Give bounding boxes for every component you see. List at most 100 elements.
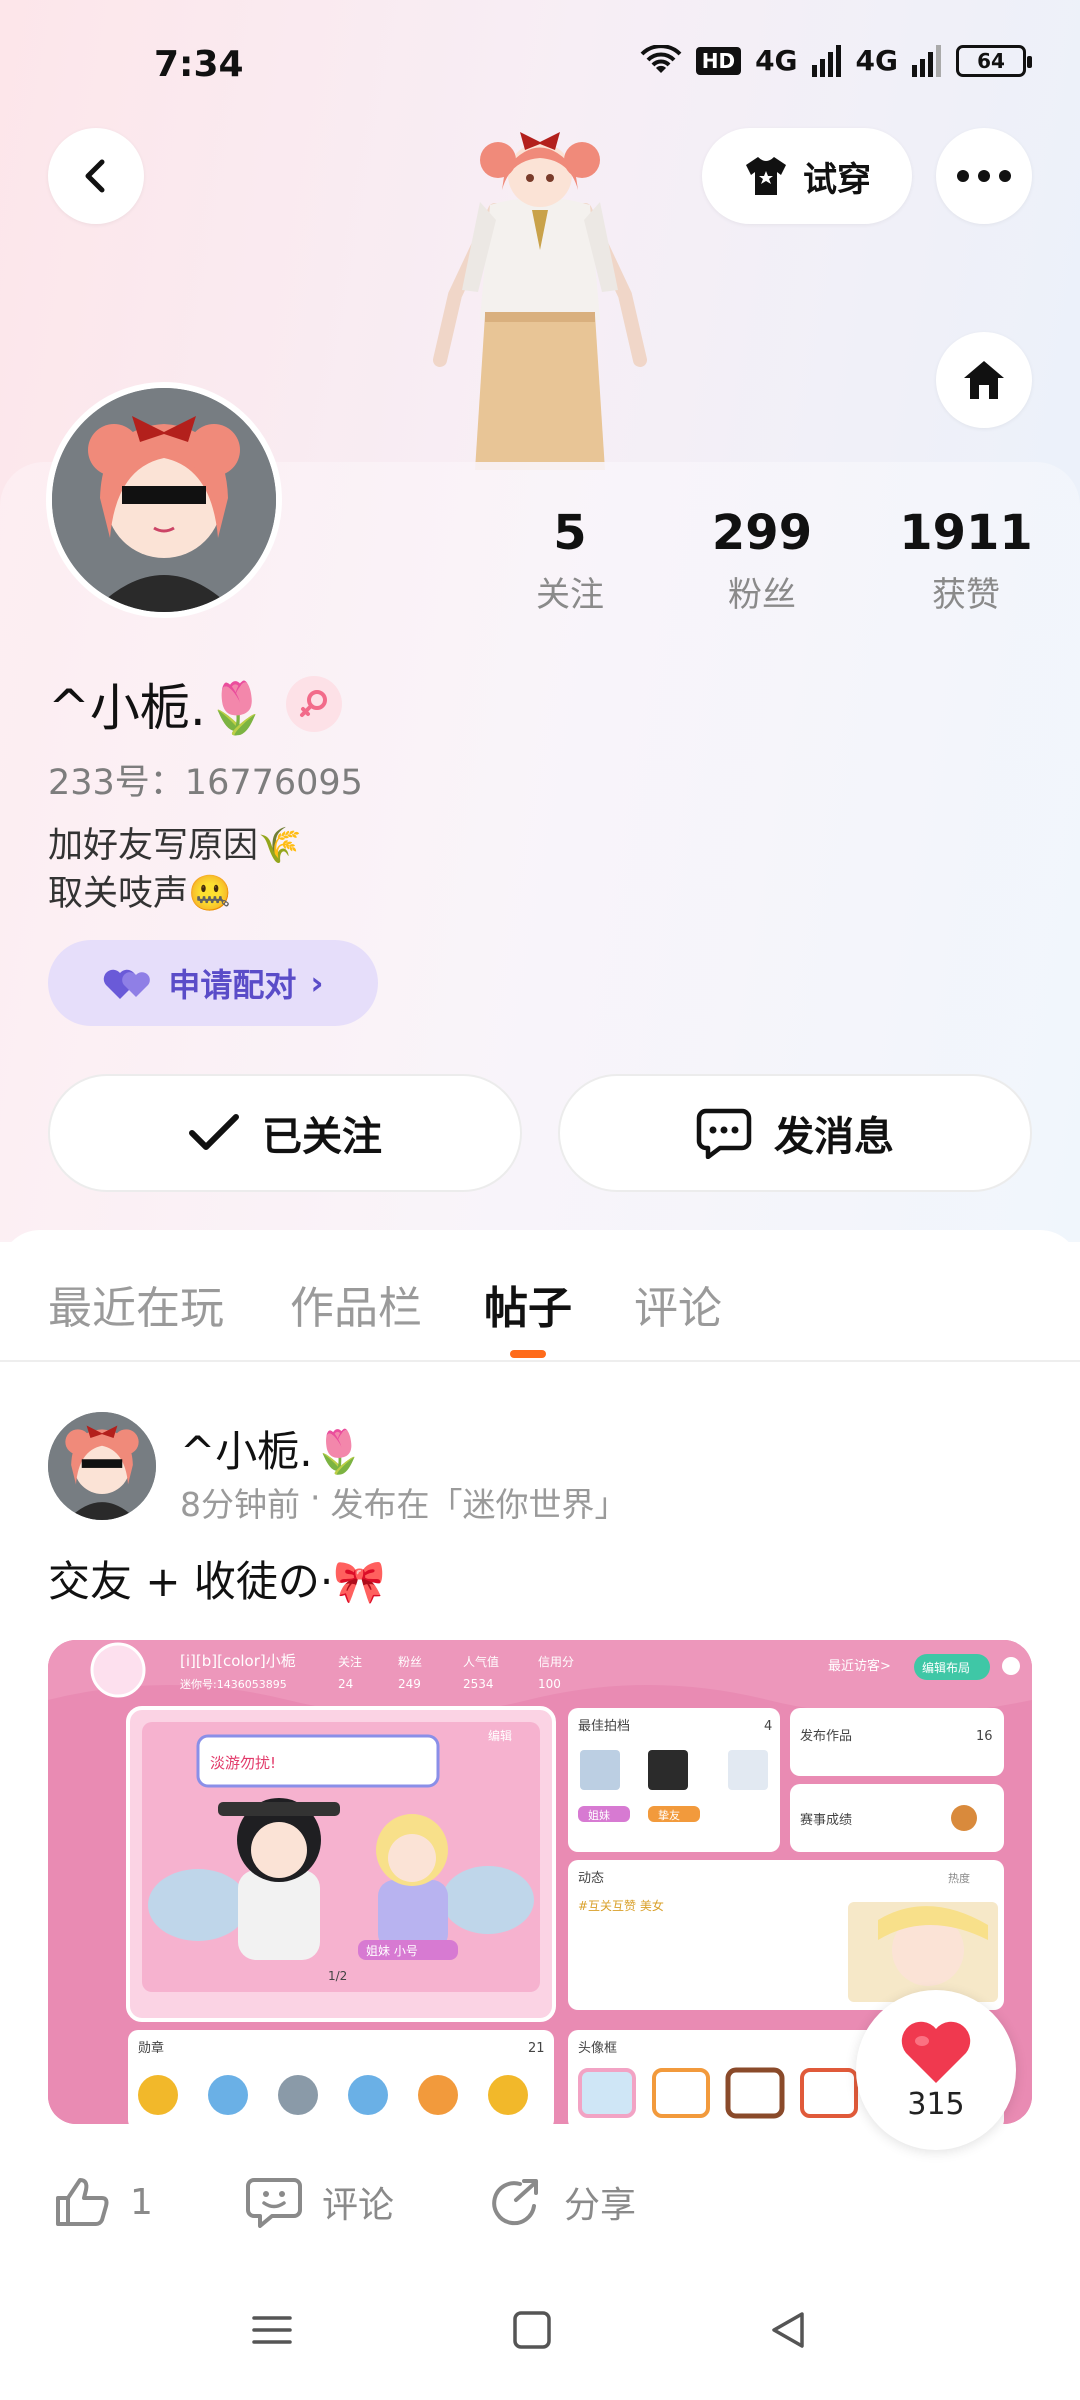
floating-heart-count: 315 bbox=[907, 2086, 965, 2122]
signal-4g-icon-2: 4G bbox=[855, 44, 898, 77]
shot-frame: 头像框 bbox=[578, 2041, 617, 2056]
bio: 加好友写原因🌾 取关吱声🤐 bbox=[48, 822, 302, 918]
shot-contest: 赛事成绩 bbox=[800, 1812, 852, 1828]
try-on-button[interactable]: 试穿 bbox=[702, 128, 912, 224]
status-bar: 7:34 HD 4G 4G 64 bbox=[0, 0, 1080, 130]
like-button[interactable]: 1 bbox=[54, 2176, 153, 2228]
nav-home-button[interactable] bbox=[512, 2310, 552, 2354]
shot-name: [i][b][color]小栀 bbox=[180, 1652, 296, 1670]
shot-hot: 热度 bbox=[948, 1871, 970, 1885]
shot-stat-value-2: 249 bbox=[398, 1677, 421, 1691]
share-label: 分享 bbox=[564, 2185, 637, 2226]
username-row: ^小栀.🌷 bbox=[48, 668, 343, 740]
profile-stats: 5 关注 299 粉丝 1911 获赞 bbox=[470, 505, 1070, 625]
try-on-label: 试穿 bbox=[803, 159, 871, 200]
floating-heart-button[interactable]: 315 bbox=[856, 1990, 1016, 2150]
menu-icon bbox=[252, 2316, 292, 2344]
post-author-name[interactable]: ^小栀.🌷 bbox=[180, 1418, 365, 1479]
shot-sister-tag: 姐妹 bbox=[588, 1808, 610, 1822]
battery-icon: 64 bbox=[956, 44, 1032, 77]
stat-followers-value: 299 bbox=[711, 505, 813, 561]
more-button[interactable] bbox=[936, 128, 1032, 224]
post-source: 发布在「迷你世界」 bbox=[330, 1485, 628, 1524]
post-actions: 1 评论 分享 bbox=[0, 2162, 1080, 2252]
tshirt-icon bbox=[746, 157, 786, 195]
shot-edit: 编辑 bbox=[488, 1728, 512, 1743]
post-author-avatar[interactable] bbox=[48, 1412, 156, 1520]
tab-recently-played[interactable]: 最近在玩 bbox=[48, 1272, 224, 1336]
back-button[interactable] bbox=[48, 128, 144, 224]
post-meta: 8分钟前 · 发布在「迷你世界」 bbox=[180, 1478, 628, 1526]
square-icon bbox=[513, 2311, 551, 2349]
bio-line-1: 加好友写原因🌾 bbox=[48, 826, 302, 866]
shot-stat-value-4: 100 bbox=[538, 1677, 561, 1691]
chevron-right-icon: › bbox=[310, 964, 324, 1002]
stat-following-label: 关注 bbox=[536, 575, 604, 615]
shot-publish: 发布作品 bbox=[800, 1728, 852, 1744]
shot-page-indicator: 1/2 bbox=[328, 1969, 347, 1983]
bio-line-2: 取关吱声🤐 bbox=[48, 874, 232, 914]
more-dots-icon bbox=[957, 170, 1011, 182]
tab-comments[interactable]: 评论 bbox=[634, 1272, 722, 1336]
shot-stat-value-3: 2534 bbox=[463, 1677, 494, 1691]
user-id: 233号：16776095 bbox=[48, 763, 363, 803]
wifi-icon bbox=[640, 44, 682, 73]
profile-tabs: 最近在玩 作品栏 帖子 评论 bbox=[0, 1230, 1080, 1362]
send-message-button[interactable]: 发消息 bbox=[558, 1074, 1032, 1192]
status-icons: HD 4G 4G 64 bbox=[640, 44, 1032, 77]
triangle-back-icon bbox=[772, 2312, 804, 2348]
shot-bubble: 淡游勿扰! bbox=[210, 1754, 276, 1772]
shot-friend-tag: 挚友 bbox=[658, 1808, 680, 1822]
send-message-label: 发消息 bbox=[774, 1114, 894, 1160]
shot-stat-label-3: 人气值 bbox=[463, 1654, 499, 1669]
shot-visitors: 最近访客> bbox=[828, 1658, 891, 1674]
character-figure bbox=[433, 132, 647, 470]
chat-bubble-icon bbox=[696, 1108, 752, 1159]
signal-bars-icon-2 bbox=[912, 44, 941, 77]
home-icon bbox=[964, 361, 1004, 399]
stat-likes[interactable]: 1911 获赞 bbox=[866, 505, 1066, 616]
shot-badge: 勋章 bbox=[138, 2040, 164, 2056]
shot-character-tag: 姐妹 小号 bbox=[366, 1944, 418, 1958]
stat-following-value: 5 bbox=[553, 505, 587, 561]
shot-publish-count: 16 bbox=[976, 1729, 993, 1744]
profile-page: 7:34 HD 4G 4G 64 试穿 5 关注 299 粉丝 1911 获赞 … bbox=[0, 0, 1080, 2400]
thumbs-up-icon bbox=[56, 2178, 109, 2226]
shot-edit-layout: 编辑布局 bbox=[922, 1660, 970, 1675]
home-button[interactable] bbox=[936, 332, 1032, 428]
username: ^小栀.🌷 bbox=[48, 679, 269, 737]
shot-dynamic-tag: #互关互赞 美女 bbox=[578, 1898, 664, 1913]
pair-request-button[interactable]: 申请配对 › bbox=[48, 940, 378, 1026]
following-button[interactable]: 已关注 bbox=[48, 1074, 522, 1192]
nav-menu-button[interactable] bbox=[252, 2310, 292, 2354]
tab-works[interactable]: 作品栏 bbox=[290, 1272, 422, 1336]
stat-likes-value: 1911 bbox=[899, 505, 1033, 561]
shot-best-photo: 最佳拍档 bbox=[578, 1719, 630, 1734]
post-time: 8分钟前 bbox=[180, 1485, 300, 1524]
share-icon bbox=[492, 2179, 538, 2226]
like-count: 1 bbox=[130, 2181, 153, 2223]
shot-best-photo-count: 4 bbox=[764, 1719, 772, 1734]
stat-following[interactable]: 5 关注 bbox=[470, 505, 670, 616]
signal-4g-icon: 4G bbox=[755, 44, 798, 77]
battery-level: 64 bbox=[977, 48, 1005, 73]
share-button[interactable]: 分享 bbox=[490, 2176, 636, 2228]
avatar[interactable] bbox=[46, 382, 282, 618]
shot-stat-value-1: 24 bbox=[338, 1677, 353, 1691]
post-avatar-image bbox=[48, 1412, 156, 1520]
chevron-left-icon bbox=[85, 159, 105, 193]
post-meta-separator: · bbox=[310, 1478, 321, 1517]
signal-bars-icon bbox=[811, 44, 841, 77]
stat-likes-label: 获赞 bbox=[932, 575, 1000, 615]
stat-followers[interactable]: 299 粉丝 bbox=[662, 505, 862, 616]
checkmark-icon bbox=[189, 1114, 239, 1150]
comment-button[interactable]: 评论 bbox=[246, 2176, 394, 2228]
stat-followers-label: 粉丝 bbox=[728, 575, 796, 615]
nav-back-button[interactable] bbox=[768, 2310, 808, 2354]
shot-id: 迷你号:1436053895 bbox=[180, 1678, 287, 1691]
active-tab-indicator bbox=[510, 1350, 546, 1358]
heart-icon bbox=[901, 2021, 971, 2083]
tab-posts[interactable]: 帖子 bbox=[484, 1272, 572, 1336]
hearts-icon bbox=[104, 969, 151, 999]
hd-badge: HD bbox=[695, 46, 742, 75]
